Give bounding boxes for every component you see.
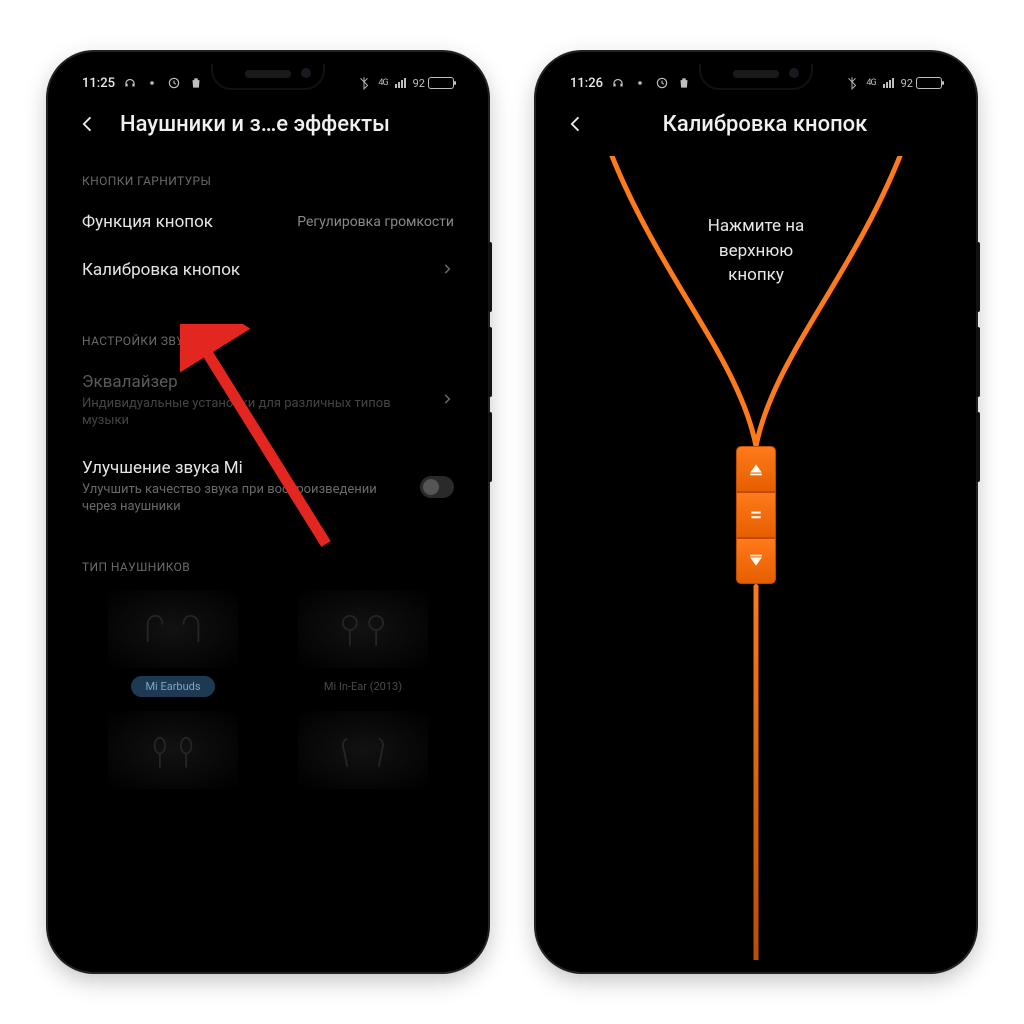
notch (213, 64, 323, 88)
page-title: Калибровка кнопок (580, 112, 950, 137)
clock-status-icon (655, 76, 669, 90)
row-equalizer: Эквалайзер Индивидуальные установки для … (60, 358, 476, 444)
headphone-label (349, 797, 377, 805)
phone-mockup-right: 11:26 4G 92 (536, 52, 976, 972)
headphone-label (159, 797, 187, 805)
earbuds-icon (108, 711, 238, 789)
notch (701, 64, 811, 88)
clock-status-icon (167, 76, 181, 90)
trash-status-icon (189, 76, 203, 90)
row-button-calibration[interactable]: Калибровка кнопок (60, 246, 476, 294)
headset-remote (736, 446, 776, 584)
chevron-right-icon (440, 391, 454, 410)
battery-indicator: 92 (901, 77, 942, 90)
remote-up-button[interactable] (736, 446, 776, 492)
calibration-illustration: Нажмите на верхнюю кнопку (548, 156, 964, 942)
remote-down-button[interactable] (736, 538, 776, 584)
app-header: Наушники и з…е эффекты (60, 102, 476, 156)
earbuds-icon (298, 590, 428, 668)
status-icon (145, 76, 159, 90)
back-button[interactable] (74, 110, 102, 138)
section-headset-buttons: КНОПКИ ГАРНИТУРЫ (60, 156, 476, 198)
headphone-option[interactable] (272, 711, 454, 805)
earbuds-icon (108, 590, 238, 668)
bluetooth-icon (357, 76, 371, 90)
page-title: Наушники и з…е эффекты (120, 112, 390, 137)
app-header: Калибровка кнопок (548, 102, 964, 156)
remote-play-button[interactable] (736, 492, 776, 538)
status-time: 11:26 (570, 76, 603, 91)
signal-icon (395, 78, 406, 88)
section-sound-settings: НАСТРОЙКИ ЗВУКА (60, 294, 476, 358)
status-icon (633, 76, 647, 90)
battery-indicator: 92 (413, 77, 454, 90)
network-type: 4G (866, 79, 875, 88)
row-mi-sound[interactable]: Улучшение звука Mi Улучшить качество зву… (60, 444, 476, 530)
bluetooth-icon (845, 76, 859, 90)
mi-sound-toggle[interactable] (420, 476, 454, 498)
headset-cable (754, 584, 759, 960)
earbuds-icon (298, 711, 428, 789)
calibration-instruction: Нажмите на верхнюю кнопку (548, 214, 964, 288)
headphone-type-grid: Mi Earbuds Mi In-Ear (2013) (60, 584, 476, 825)
headphone-label: Mi In-Ear (2013) (310, 676, 416, 697)
row-button-function[interactable]: Функция кнопок Регулировка громкости (60, 198, 476, 246)
headphone-option[interactable] (82, 711, 264, 805)
signal-icon (883, 78, 894, 88)
status-time: 11:25 (82, 76, 115, 91)
headphone-option[interactable]: Mi Earbuds (82, 590, 264, 697)
headphone-label: Mi Earbuds (131, 676, 214, 697)
trash-status-icon (677, 76, 691, 90)
network-type: 4G (378, 79, 387, 88)
headphones-status-icon (611, 76, 625, 90)
section-headphone-type: ТИП НАУШНИКОВ (60, 530, 476, 584)
chevron-right-icon (440, 261, 454, 280)
headphones-status-icon (123, 76, 137, 90)
headphone-option[interactable]: Mi In-Ear (2013) (272, 590, 454, 697)
phone-mockup-left: 11:25 4G 92 (48, 52, 488, 972)
